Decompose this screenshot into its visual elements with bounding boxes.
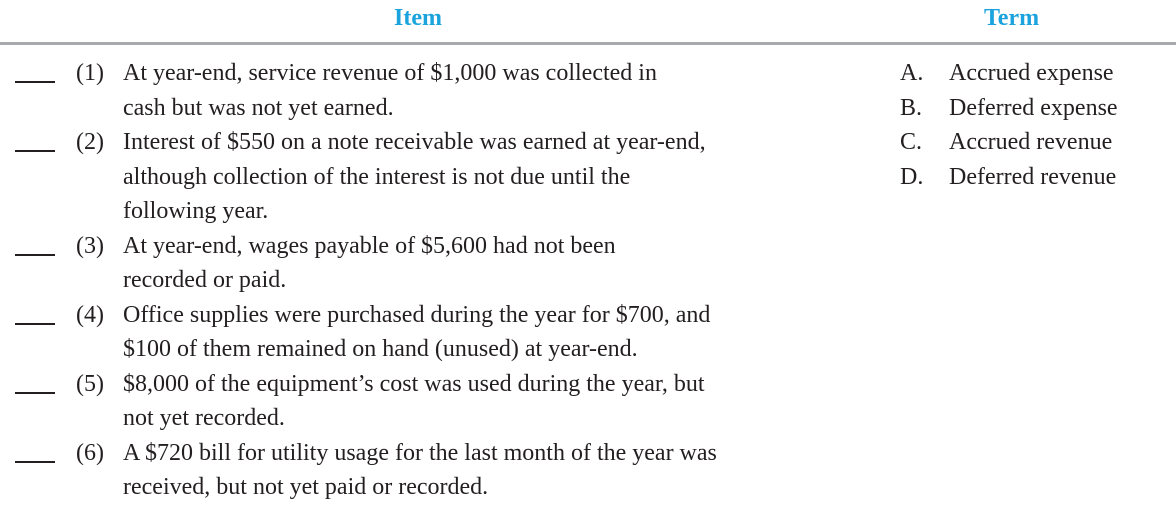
- list-item: (1) At year-end, service revenue of $1,0…: [0, 56, 840, 125]
- term-letter: D.: [900, 163, 924, 190]
- item-text-line: although collection of the interest is n…: [123, 163, 631, 190]
- list-item: (2) Interest of $550 on a note receivabl…: [0, 125, 840, 229]
- item-number: (5): [76, 370, 104, 397]
- item-text: Office supplies were purchased during th…: [123, 298, 823, 367]
- answer-blank[interactable]: [15, 253, 55, 256]
- term-column-heading: Term: [984, 5, 1040, 31]
- term-option-b: B. Deferred expense: [900, 91, 1170, 126]
- item-text-line: At year-end, service revenue of $1,000 w…: [123, 60, 657, 86]
- item-number: (2): [76, 129, 104, 155]
- item-text: $8,000 of the equipment’s cost was used …: [123, 367, 823, 436]
- item-text-line: At year-end, wages payable of $5,600 had…: [123, 232, 616, 259]
- item-text-line: Interest of $550 on a note receivable wa…: [123, 129, 706, 155]
- item-text-line: not yet recorded.: [123, 405, 285, 431]
- term-letter: B.: [900, 94, 923, 121]
- term-option-c: C. Accrued revenue: [900, 125, 1170, 160]
- item-column-heading: Item: [394, 5, 442, 31]
- term-letter: A.: [900, 60, 924, 86]
- list-item: (3) At year-end, wages payable of $5,600…: [0, 229, 840, 298]
- item-text-line: $8,000 of the equipment’s cost was used …: [123, 370, 705, 397]
- item-number: (3): [76, 232, 104, 259]
- term-option-a: A. Accrued expense: [900, 56, 1170, 91]
- list-item: (6) A $720 bill for utility usage for th…: [0, 436, 840, 505]
- item-text: At year-end, wages payable of $5,600 had…: [123, 229, 823, 298]
- term-label: Accrued expense: [949, 60, 1114, 86]
- item-text: Interest of $550 on a note receivable wa…: [123, 125, 823, 229]
- answer-blank[interactable]: [15, 150, 55, 152]
- item-text-line: following year.: [123, 198, 269, 224]
- answer-blank[interactable]: [15, 81, 55, 83]
- item-number: (1): [76, 60, 104, 86]
- item-text: At year-end, service revenue of $1,000 w…: [123, 56, 823, 125]
- answer-blank[interactable]: [15, 391, 55, 394]
- item-list: (1) At year-end, service revenue of $1,0…: [0, 56, 840, 505]
- list-item: (4) Office supplies were purchased durin…: [0, 298, 840, 367]
- item-text-line: received, but not yet paid or recorded.: [123, 474, 489, 500]
- term-option-d: D. Deferred revenue: [900, 160, 1170, 195]
- item-number: (4): [76, 301, 104, 328]
- table-header: Item Term: [0, 0, 1176, 45]
- term-letter: C.: [900, 129, 923, 155]
- list-item: (5) $8,000 of the equipment’s cost was u…: [0, 367, 840, 436]
- answer-blank[interactable]: [15, 460, 55, 463]
- term-label: Accrued revenue: [949, 129, 1113, 155]
- item-text-line: A $720 bill for utility usage for the la…: [123, 439, 717, 466]
- term-label: Deferred revenue: [949, 163, 1117, 190]
- item-number: (6): [76, 439, 104, 466]
- item-text-line: cash but was not yet earned.: [123, 94, 394, 121]
- item-text: A $720 bill for utility usage for the la…: [123, 436, 823, 505]
- term-list: A. Accrued expense B. Deferred expense C…: [900, 56, 1170, 194]
- term-label: Deferred expense: [949, 94, 1118, 121]
- answer-blank[interactable]: [15, 322, 55, 325]
- header-divider: [0, 42, 1176, 45]
- item-text-line: $100 of them remained on hand (unused) a…: [123, 336, 638, 362]
- item-text-line: recorded or paid.: [123, 267, 287, 293]
- item-text-line: Office supplies were purchased during th…: [123, 301, 711, 328]
